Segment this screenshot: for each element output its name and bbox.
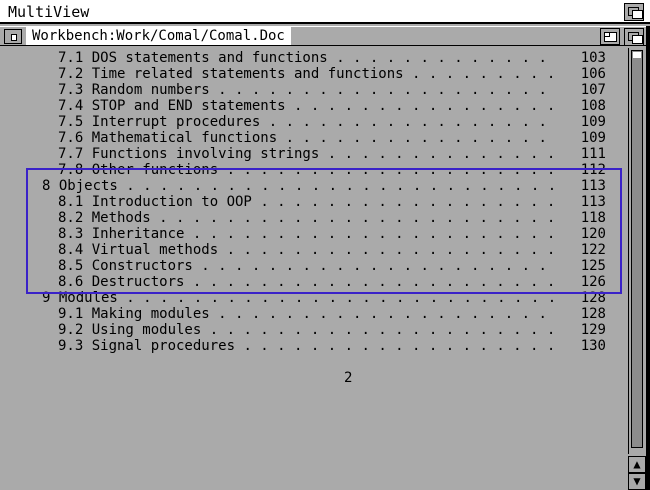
toc-entry-page: 129 <box>580 322 606 338</box>
toc-row: Making modules 9.1 128 . . . . . . . . . . … <box>8 306 616 322</box>
toc-row: Using modules 9.2 129 . . . . . . . . . . .… <box>8 322 616 338</box>
toc-row: Functions involving strings 7.7 111 . . . .… <box>8 146 616 162</box>
toc-entry-page: 111 <box>580 146 606 162</box>
toc-row: Time related statements and functions 7.2… <box>8 66 616 82</box>
toc-entry-title: Interrupt procedures <box>91 114 261 130</box>
toc-entry-number: 9.1 <box>58 306 84 322</box>
toc-entry-number: 7.1 <box>58 50 84 66</box>
toc-entry-number: 7.6 <box>58 130 84 146</box>
dot-leader: . . . . . . . . . . . . . . . . . . . <box>243 338 556 354</box>
page-number: 2 <box>344 370 353 386</box>
toc-entry-title: STOP and END statements <box>91 98 286 114</box>
dot-leader: . . . . . . . . . . . . . . . . . <box>268 114 547 130</box>
toc-row: Random numbers 7.3 107 . . . . . . . . . . … <box>8 82 616 98</box>
toc-entry-title: Signal procedures <box>91 338 236 354</box>
toc-entry-title: Random numbers <box>91 82 210 98</box>
toc-row: Signal procedures 9.3 130 . . . . . . . . .… <box>8 338 616 354</box>
dot-leader: . . . . . . . . . . . . . . . . <box>285 130 547 146</box>
toc-entry-page: 107 <box>580 82 606 98</box>
toc-entry-number: 9.2 <box>58 322 84 338</box>
toc-entry-number: 7.7 <box>58 146 84 162</box>
screen-depth-icon[interactable] <box>624 3 644 21</box>
toc-entry-page: 103 <box>580 50 606 66</box>
down-arrow-icon[interactable]: ▼ <box>628 473 646 490</box>
toc-entry-title: Using modules <box>91 322 202 338</box>
dot-leader: . . . . . . . . . <box>412 66 556 82</box>
toc-row: DOS statements and functions 7.1 103 . . . … <box>8 50 616 66</box>
dot-leader: . . . . . . . . . . . . . . <box>327 146 556 162</box>
scroll-knob[interactable] <box>631 50 643 448</box>
dot-leader: . . . . . . . . . . . . . <box>336 50 547 66</box>
toc-entry-title: DOS statements and functions <box>91 50 328 66</box>
toc-entry-title: Time related statements and functions <box>91 66 404 82</box>
dot-leader: . . . . . . . . . . . . . . . . . . . . … <box>209 322 556 338</box>
dot-leader: . . . . . . . . . . . . . . . . . . . . <box>218 306 547 322</box>
dot-leader: . . . . . . . . . . . . . . . . <box>294 98 556 114</box>
toc-row: Interrupt procedures 7.5 109 . . . . . . . … <box>8 114 616 130</box>
zoom-icon[interactable] <box>600 28 620 45</box>
vertical-scrollbar[interactable] <box>628 48 646 454</box>
selection-box <box>26 168 622 294</box>
window-title: Workbench:Work/Comal/Comal.Doc <box>26 27 291 45</box>
dot-leader: . . . . . . . . . . . . . . . . . . . . <box>218 82 547 98</box>
toc-entry-number: 7.4 <box>58 98 84 114</box>
toc-row: STOP and END statements 7.4 108 . . . . . .… <box>8 98 616 114</box>
toc-entry-page: 128 <box>580 306 606 322</box>
close-icon[interactable] <box>4 29 22 44</box>
screen-title-bar: MultiView <box>0 0 650 24</box>
toc-entry-page: 106 <box>580 66 606 82</box>
toc-entry-title: Making modules <box>91 306 210 322</box>
toc-entry-page: 108 <box>580 98 606 114</box>
toc-entry-page: 130 <box>580 338 606 354</box>
toc-entry-title: Functions involving strings <box>91 146 320 162</box>
toc-entry-number: 7.2 <box>58 66 84 82</box>
toc-entry-page: 109 <box>580 114 606 130</box>
screen-title: MultiView <box>8 3 90 21</box>
window-depth-icon[interactable] <box>624 28 644 46</box>
up-arrow-icon[interactable]: ▲ <box>628 456 646 473</box>
toc-entry-page: 109 <box>580 130 606 146</box>
toc-entry-number: 9.3 <box>58 338 84 354</box>
toc-entry-title: Mathematical functions <box>91 130 278 146</box>
toc-entry-number: 7.3 <box>58 82 84 98</box>
window-border <box>646 26 650 490</box>
toc-row: Mathematical functions 7.6 109 . . . . . . … <box>8 130 616 146</box>
toc-entry-number: 7.5 <box>58 114 84 130</box>
window-title-bar[interactable]: Workbench:Work/Comal/Comal.Doc <box>0 26 650 46</box>
